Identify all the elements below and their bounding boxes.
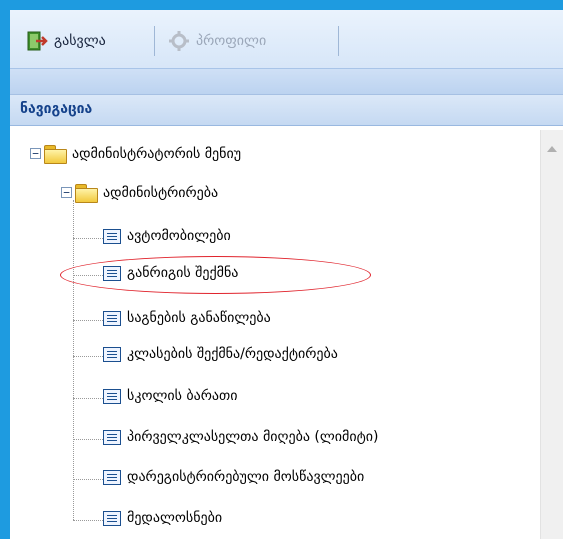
tree-item-label: მედალოსნები	[127, 510, 223, 526]
toolbar-separator	[154, 26, 155, 56]
page-icon	[103, 510, 121, 526]
page-icon	[103, 346, 121, 362]
tree-item[interactable]: პირველკლასელთა მიღება (ლიმიტი)	[103, 429, 378, 445]
page-icon	[103, 469, 121, 485]
tree-connector	[73, 398, 103, 400]
exit-button[interactable]: გასვლა	[26, 29, 106, 53]
vertical-scrollbar[interactable]	[540, 130, 563, 539]
tree-item[interactable]: ავტომობილები	[103, 228, 231, 244]
tree-item-label: ავტომობილები	[127, 228, 231, 244]
exit-label: გასვლა	[54, 33, 106, 49]
tree-node-label: ადმინისტრატორის მენიუ	[72, 145, 242, 162]
tree-connector	[73, 520, 103, 522]
page-icon	[103, 429, 121, 445]
tree-item-label: პირველკლასელთა მიღება (ლიმიტი)	[127, 429, 379, 445]
tree-item[interactable]: სკოლის ბარათი	[103, 388, 237, 404]
tree-connector	[73, 238, 103, 240]
tree-item-label: სკოლის ბარათი	[127, 388, 238, 404]
scroll-up-arrow-icon[interactable]	[547, 146, 557, 152]
profile-button[interactable]: პროფილი	[168, 29, 266, 53]
page-icon	[103, 310, 121, 326]
tree-item[interactable]: საგნების განაწილება	[103, 310, 271, 326]
folder-icon	[43, 144, 67, 164]
tree-item[interactable]: კლასების შექმნა/რედაქტირება	[103, 346, 338, 362]
exit-door-icon	[27, 31, 48, 51]
toolbar-separator	[338, 26, 339, 56]
tree-item-label: დარეგისტრირებული მოსწავლეები	[127, 469, 365, 485]
page-icon	[103, 228, 121, 244]
collapse-toggle-icon[interactable]: −	[30, 148, 41, 159]
tree-connector	[73, 479, 103, 481]
tree-connector	[73, 320, 103, 322]
gear-icon	[169, 31, 189, 51]
navigation-title: ნავიგაცია	[20, 101, 93, 117]
highlight-ellipse	[60, 256, 371, 294]
tree-item-label: კლასების შექმნა/რედაქტირება	[127, 346, 338, 362]
tree-item[interactable]: მედალოსნები	[103, 510, 222, 526]
folder-icon	[74, 183, 98, 203]
tree-connector	[73, 200, 75, 520]
tree-connector	[73, 439, 103, 441]
tree-node-root[interactable]: − ადმინისტრატორის მენიუ	[30, 144, 242, 164]
profile-label: პროფილი	[196, 33, 267, 49]
tree-node-administration[interactable]: − ადმინისტრირება	[61, 183, 219, 203]
tree-item[interactable]: დარეგისტრირებული მოსწავლეები	[103, 469, 364, 485]
collapse-toggle-icon[interactable]: −	[61, 187, 72, 198]
page-icon	[103, 388, 121, 404]
tree-connector	[73, 356, 103, 358]
tree-item-label: საგნების განაწილება	[127, 310, 271, 326]
toolbar: გასვლა პროფილი	[10, 10, 563, 69]
ribbon-band	[10, 69, 563, 95]
navigation-header: ნავიგაცია	[10, 95, 563, 126]
tree-node-label: ადმინისტრირება	[103, 184, 219, 201]
